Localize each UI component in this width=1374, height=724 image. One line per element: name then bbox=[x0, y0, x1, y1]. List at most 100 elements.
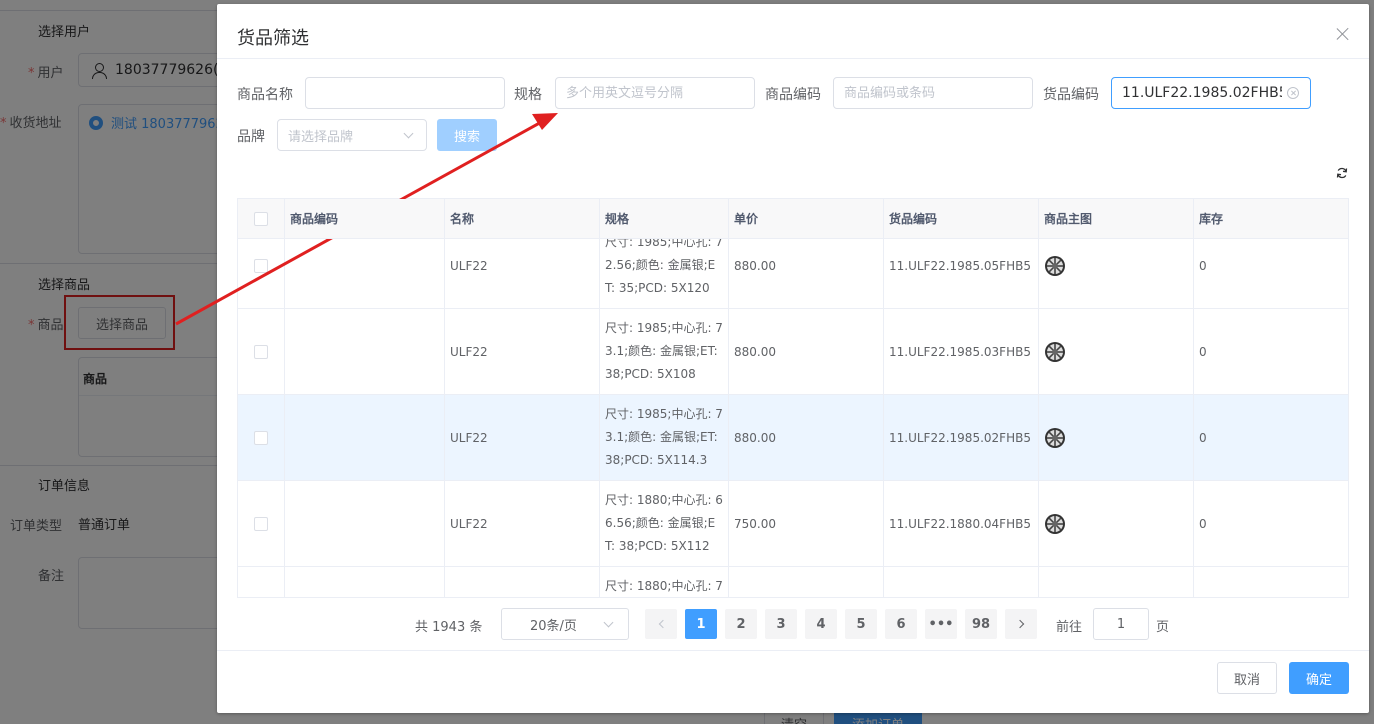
cell-stock: 0 bbox=[1199, 516, 1207, 531]
wheel-image-icon[interactable] bbox=[1044, 255, 1066, 277]
chevron-down-icon bbox=[603, 617, 614, 628]
goods-filter-dialog: 货品筛选 商品名称 规格 商品编码 货品编码 品牌 请选择品牌 搜索 商品编码 … bbox=[217, 4, 1369, 713]
cell-stock: 0 bbox=[1199, 430, 1207, 445]
spec-text: 尺寸: 1880;中心孔: 66.56;颜色: 金属银;ET: 38;PCD: … bbox=[605, 493, 723, 553]
cell-main-image bbox=[1039, 309, 1194, 394]
spec-text: 尺寸: 1985;中心孔: 72.56;颜色: 金属银;ET: 35;PCD: … bbox=[605, 235, 723, 295]
cell-main-image bbox=[1039, 481, 1194, 566]
page-4[interactable]: 4 bbox=[805, 609, 837, 639]
table-row[interactable]: ULF22 尺寸: 1880;中心孔: 66.56;颜色: 金属银;ET: 38… bbox=[238, 481, 1348, 567]
search-button[interactable]: 搜索 bbox=[437, 119, 497, 151]
confirm-button[interactable]: 确定 bbox=[1289, 662, 1349, 694]
product-code-label: 商品编码 bbox=[765, 87, 821, 103]
page-2[interactable]: 2 bbox=[725, 609, 757, 639]
cell-name: ULF22 bbox=[445, 481, 600, 566]
cell-price: 880.00 bbox=[729, 395, 884, 480]
cell-sku-code: 11.ULF22.1985.03FHB5 bbox=[884, 309, 1039, 394]
cell-stock: 0 bbox=[1199, 344, 1207, 359]
prev-page-button[interactable] bbox=[645, 609, 677, 639]
goto-prefix: 前往 bbox=[1056, 620, 1083, 635]
cell-price: 880.00 bbox=[729, 309, 884, 394]
dialog-title: 货品筛选 bbox=[237, 28, 309, 49]
next-page-button[interactable] bbox=[1005, 609, 1037, 639]
spec-text: 尺寸: 1880;中心孔: 7 bbox=[605, 579, 723, 593]
close-icon[interactable] bbox=[1337, 28, 1349, 40]
cell-spec: 尺寸: 1880;中心孔: 66.56;颜色: 金属银;ET: 38;PCD: … bbox=[600, 481, 729, 566]
spec-input[interactable] bbox=[555, 77, 755, 109]
cancel-button[interactable]: 取消 bbox=[1217, 662, 1277, 694]
header-product-code: 商品编码 bbox=[285, 199, 445, 238]
product-name-input[interactable] bbox=[305, 77, 505, 109]
wheel-image-icon[interactable] bbox=[1044, 427, 1066, 449]
select-all-checkbox[interactable] bbox=[254, 211, 268, 226]
chevron-right-icon bbox=[1015, 619, 1024, 629]
refresh-icon[interactable] bbox=[1336, 167, 1348, 179]
cell-name: ULF22 bbox=[445, 395, 600, 480]
brand-select[interactable]: 请选择品牌 bbox=[277, 119, 427, 151]
dialog-header: 货品筛选 bbox=[217, 4, 1369, 59]
table-row[interactable]: 尺寸: 1880;中心孔: 7 bbox=[238, 567, 1348, 597]
header-stock: 库存 bbox=[1199, 212, 1224, 226]
cell-name bbox=[445, 567, 600, 597]
spec-label: 规格 bbox=[514, 87, 542, 103]
goto-suffix: 页 bbox=[1156, 620, 1170, 635]
row-checkbox[interactable] bbox=[254, 516, 268, 531]
header-sku-code: 货品编码 bbox=[884, 199, 1039, 238]
brand-label: 品牌 bbox=[237, 129, 265, 145]
product-code-input[interactable] bbox=[833, 77, 1033, 109]
row-checkbox[interactable] bbox=[254, 344, 268, 359]
page-size-select[interactable]: 20条/页 bbox=[501, 608, 629, 640]
cell-sku-code: 11.ULF22.1880.04FHB5 bbox=[884, 481, 1039, 566]
row-checkbox-cell bbox=[238, 567, 285, 597]
select-all-cell bbox=[238, 199, 285, 238]
header-name: 名称 bbox=[445, 199, 600, 238]
cell-price bbox=[729, 567, 884, 597]
page-1[interactable]: 1 bbox=[685, 609, 717, 639]
page-6[interactable]: 6 bbox=[885, 609, 917, 639]
chevron-left-icon bbox=[658, 619, 667, 629]
page-size-value: 20条/页 bbox=[530, 618, 577, 634]
cell-product-code bbox=[285, 567, 445, 597]
sku-code-label: 货品编码 bbox=[1043, 87, 1099, 103]
dialog-footer: 取消 确定 bbox=[217, 650, 1369, 713]
sku-code-input[interactable] bbox=[1111, 77, 1311, 109]
wheel-image-icon[interactable] bbox=[1044, 513, 1066, 535]
cell-product-code bbox=[285, 481, 445, 566]
product-name-label: 商品名称 bbox=[237, 87, 293, 103]
cell-product-code bbox=[285, 395, 445, 480]
cell-price: 750.00 bbox=[729, 481, 884, 566]
cell-main-image bbox=[1039, 567, 1194, 597]
header-price: 单价 bbox=[729, 199, 884, 238]
table-row[interactable]: ULF22 尺寸: 1985;中心孔: 73.1;颜色: 金属银;ET: 38;… bbox=[238, 395, 1348, 481]
page-3[interactable]: 3 bbox=[765, 609, 797, 639]
row-checkbox[interactable] bbox=[254, 258, 268, 273]
cell-name: ULF22 bbox=[445, 309, 600, 394]
cell-spec: 尺寸: 1985;中心孔: 73.1;颜色: 金属银;ET: 38;PCD: 5… bbox=[600, 395, 729, 480]
wheel-image-icon[interactable] bbox=[1044, 341, 1066, 363]
cell-main-image bbox=[1039, 395, 1194, 480]
row-checkbox[interactable] bbox=[254, 430, 268, 445]
cell-stock bbox=[1194, 567, 1348, 597]
pagination: 共 1943 条 20条/页 1 2 3 4 5 6 ••• 98 前往 页 bbox=[217, 608, 1369, 640]
clear-input-icon[interactable] bbox=[1287, 87, 1299, 99]
page-5[interactable]: 5 bbox=[845, 609, 877, 639]
row-checkbox-cell bbox=[238, 481, 285, 566]
cell-product-code bbox=[285, 309, 445, 394]
row-checkbox-cell bbox=[238, 309, 285, 394]
spec-text: 尺寸: 1985;中心孔: 73.1;颜色: 金属银;ET: 38;PCD: 5… bbox=[605, 407, 723, 467]
spec-text: 尺寸: 1985;中心孔: 73.1;颜色: 金属银;ET: 38;PCD: 5… bbox=[605, 321, 723, 381]
more-pages-button[interactable]: ••• bbox=[925, 609, 957, 639]
cell-spec: 尺寸: 1880;中心孔: 7 bbox=[600, 567, 729, 597]
row-checkbox-cell bbox=[238, 395, 285, 480]
header-main-image: 商品主图 bbox=[1039, 199, 1194, 238]
cell-sku-code: 11.ULF22.1985.02FHB5 bbox=[884, 395, 1039, 480]
table-row[interactable]: ULF22 尺寸: 1985;中心孔: 73.1;颜色: 金属银;ET: 38;… bbox=[238, 309, 1348, 395]
chevron-down-icon bbox=[403, 128, 414, 139]
goods-table: 商品编码 名称 规格 单价 货品编码 商品主图 库存 ULF22 尺寸: 198… bbox=[237, 198, 1349, 598]
brand-placeholder: 请选择品牌 bbox=[288, 129, 354, 145]
goto-page-input[interactable] bbox=[1093, 608, 1149, 640]
header-spec: 规格 bbox=[600, 199, 729, 238]
table-header: 商品编码 名称 规格 单价 货品编码 商品主图 库存 bbox=[238, 199, 1348, 239]
page-98[interactable]: 98 bbox=[965, 609, 997, 639]
total-count: 共 1943 条 bbox=[415, 620, 483, 635]
